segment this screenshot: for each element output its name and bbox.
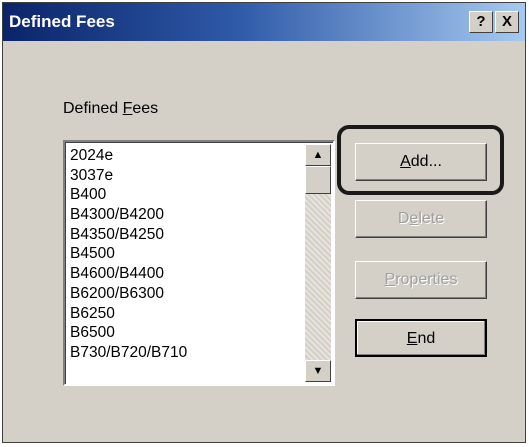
fees-listbox[interactable]: 2024e 3037e B400 B4300/B4200 B4350/B4250 B450… bbox=[63, 140, 335, 386]
list-item[interactable]: B400 bbox=[70, 185, 300, 205]
properties-button[interactable]: Properties bbox=[355, 261, 487, 299]
list-item[interactable]: B730/B720/B710 bbox=[70, 343, 300, 363]
end-button[interactable]: End bbox=[355, 319, 487, 357]
fees-label-hotkey: F bbox=[122, 100, 133, 117]
list-item[interactable]: 3037e bbox=[70, 166, 300, 186]
list-item[interactable]: B6500 bbox=[70, 323, 300, 343]
fees-list-items: 2024e 3037e B400 B4300/B4200 B4350/B4250 B450… bbox=[70, 146, 300, 363]
list-item[interactable]: B6250 bbox=[70, 304, 300, 324]
close-button[interactable]: X bbox=[495, 11, 519, 33]
delete-button[interactable]: Delete bbox=[355, 200, 487, 238]
scroll-thumb[interactable] bbox=[305, 166, 331, 194]
scroll-down-arrow-icon[interactable]: ▼ bbox=[305, 360, 331, 382]
list-item[interactable]: B6200/B6300 bbox=[70, 284, 300, 304]
scroll-up-arrow-icon[interactable]: ▲ bbox=[305, 144, 331, 166]
list-item[interactable]: B4600/B4400 bbox=[70, 264, 300, 284]
help-button[interactable]: ? bbox=[469, 11, 493, 33]
list-item[interactable]: B4300/B4200 bbox=[70, 205, 300, 225]
window-title: Defined Fees bbox=[9, 12, 115, 31]
list-item[interactable]: B4500 bbox=[70, 244, 300, 264]
list-item[interactable]: B4350/B4250 bbox=[70, 225, 300, 245]
fees-list-label: Defined Fees bbox=[63, 100, 159, 117]
title-bar: Defined Fees ? X bbox=[3, 3, 525, 41]
add-button-highlight bbox=[337, 125, 504, 195]
list-item[interactable]: 2024e bbox=[70, 146, 300, 166]
list-scrollbar[interactable]: ▲ ▼ bbox=[305, 144, 331, 382]
defined-fees-dialog: Defined Fees ? X Defined Fees 2024e 3037e… bbox=[2, 2, 526, 443]
